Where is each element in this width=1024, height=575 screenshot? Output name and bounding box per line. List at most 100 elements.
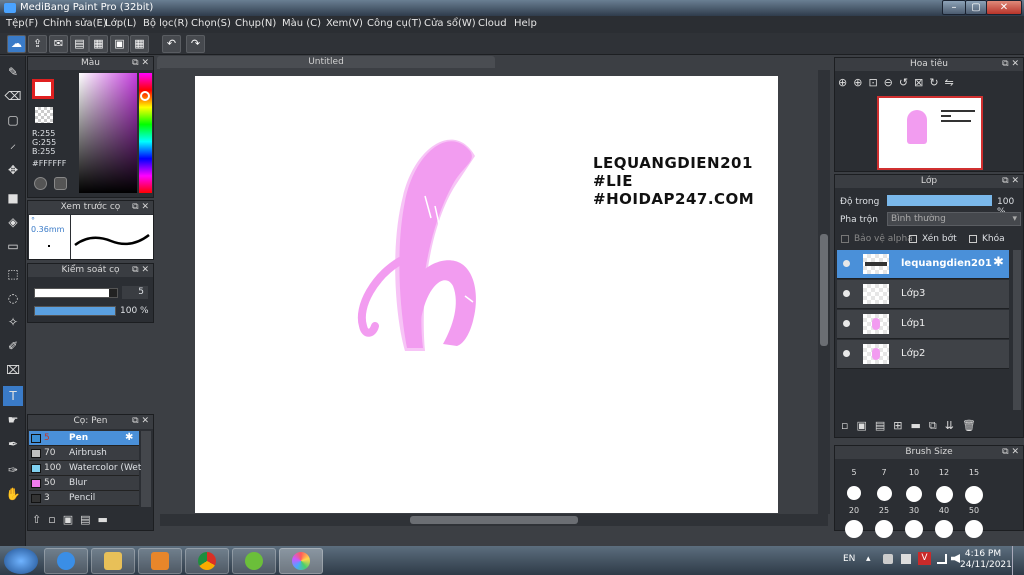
text-tool-icon[interactable]: T	[3, 386, 23, 406]
zoom-in-icon[interactable]: ⊕	[838, 76, 853, 89]
add-brush-icon[interactable]: ▣	[63, 513, 80, 526]
layer-opacity-slider[interactable]	[887, 195, 992, 206]
cloud-icon[interactable]: ☁	[7, 35, 26, 53]
layer-row[interactable]: lequangdien201 ✱	[837, 250, 1009, 279]
brush-size-option[interactable]	[847, 486, 861, 500]
brush-settings-icon[interactable]: ▤	[80, 513, 97, 526]
explorer-taskbar-icon[interactable]	[91, 548, 135, 574]
merge-layer-icon[interactable]: ⇊	[945, 419, 962, 432]
eye-icon[interactable]	[843, 260, 850, 267]
menu-tools[interactable]: Công cụ(T)	[367, 18, 422, 29]
brush-size-option[interactable]	[845, 520, 863, 538]
blend-mode-select[interactable]: Bình thường ▾	[887, 212, 1021, 226]
brush-size-option[interactable]	[935, 486, 953, 503]
medibang-taskbar-icon[interactable]	[279, 548, 323, 574]
duplicate-layer-icon[interactable]: ⧉	[929, 419, 945, 432]
eye-icon[interactable]	[843, 350, 850, 357]
color-sv-square[interactable]	[79, 73, 137, 193]
canvas-h-scroll-thumb[interactable]	[410, 516, 578, 524]
tray-v-icon[interactable]: V	[918, 552, 931, 565]
brush-size-option[interactable]	[906, 486, 922, 502]
brush-size-option[interactable]	[905, 520, 923, 538]
eye-icon[interactable]	[843, 320, 850, 327]
menu-cloud[interactable]: Cloud	[478, 18, 507, 29]
move-tool-icon[interactable]: ✥	[3, 160, 23, 180]
close-button[interactable]: ✕	[986, 0, 1022, 15]
chat-icon[interactable]: ▤	[70, 35, 89, 53]
transparent-color-swatch[interactable]	[35, 107, 53, 123]
actual-size-icon[interactable]: ⊠	[914, 76, 929, 89]
brush-tool-icon[interactable]: ✎	[3, 62, 23, 82]
network-icon[interactable]	[937, 554, 947, 564]
brush-list-scrollbar[interactable]	[141, 431, 151, 507]
magic-wand-tool-icon[interactable]: ✧	[3, 312, 23, 332]
zoom-in-2-icon[interactable]: ⊕	[853, 76, 868, 89]
new-8bit-layer-icon[interactable]: ▤	[875, 419, 893, 432]
menu-layer[interactable]: Lớp(L)	[105, 18, 136, 29]
canvas-h-scrollbar[interactable]	[160, 514, 828, 526]
brush-list-item[interactable]: 3 Pencil	[29, 491, 139, 506]
menu-help[interactable]: Help	[514, 18, 537, 29]
primary-color-swatch[interactable]	[32, 79, 54, 99]
brush-list-item[interactable]: 100 Watercolor (Wet)	[29, 461, 145, 476]
ie-taskbar-icon[interactable]	[44, 548, 88, 574]
brush-size-slider[interactable]	[34, 288, 118, 298]
canvas-v-scroll-thumb[interactable]	[820, 234, 828, 346]
layer-list-scrollbar[interactable]	[1013, 250, 1021, 410]
dot-tool-icon[interactable]: ⸝	[3, 134, 23, 154]
drawing-canvas[interactable]: LEQUANGDIEN201 #LIE #HOIDAP247.COM	[195, 76, 778, 513]
menu-view[interactable]: Xem(V)	[326, 18, 363, 29]
start-button[interactable]	[4, 548, 38, 574]
palette-icon[interactable]	[34, 177, 47, 190]
navigator-thumbnail[interactable]	[877, 96, 983, 170]
redo-icon[interactable]: ↷	[186, 35, 205, 53]
lasso-tool-icon[interactable]: ◌	[3, 288, 23, 308]
rotate-right-icon[interactable]: ↻	[929, 76, 944, 89]
cloud-brush-icon[interactable]: ⇧	[32, 513, 48, 526]
brush-size-option[interactable]	[876, 486, 892, 501]
media-taskbar-icon[interactable]	[138, 548, 182, 574]
bucket-tool-icon[interactable]: ◈	[3, 212, 23, 232]
fit-icon[interactable]: ⊡	[868, 76, 883, 89]
brush-opacity-slider[interactable]	[34, 306, 116, 316]
canvas-v-scrollbar[interactable]	[818, 70, 830, 514]
zoom-out-icon[interactable]: ⊖	[884, 76, 899, 89]
select-eraser-tool-icon[interactable]: ⌧	[3, 360, 23, 380]
brush-list-item[interactable]: 5 Pen ✱	[29, 431, 139, 446]
clipping-checkbox[interactable]	[909, 235, 917, 243]
show-desktop-button[interactable]	[1012, 546, 1024, 575]
share-icon[interactable]: ⇪	[28, 35, 47, 53]
maximize-button[interactable]: ▢	[965, 0, 987, 15]
coccoc-taskbar-icon[interactable]	[232, 548, 276, 574]
clock[interactable]: 4:16 PM 24/11/2021	[960, 549, 1012, 571]
operation-tool-icon[interactable]: ☛	[3, 410, 23, 430]
eye-icon[interactable]	[843, 290, 850, 297]
brush-size-option[interactable]	[965, 486, 983, 504]
menu-select[interactable]: Chọn(S)	[191, 18, 231, 29]
menu-filter[interactable]: Bộ lọc(R)	[143, 18, 188, 29]
tray-app-icon[interactable]	[883, 554, 893, 564]
select-pen-tool-icon[interactable]: ✐	[3, 336, 23, 356]
folder-icon[interactable]: ▬	[911, 419, 929, 432]
brush-size-option[interactable]	[875, 520, 893, 538]
flip-icon[interactable]: ⇋	[945, 76, 960, 89]
add-layer-menu-icon[interactable]: ⊞	[893, 419, 910, 432]
grid-icon[interactable]: ▦	[130, 35, 149, 53]
volume-icon[interactable]	[951, 554, 960, 563]
layer-row[interactable]: Lớp3	[837, 280, 1009, 309]
new-brush-icon[interactable]: ▫	[48, 513, 62, 526]
language-indicator[interactable]: EN	[843, 554, 855, 564]
undo-icon[interactable]: ↶	[162, 35, 181, 53]
brush-list-item[interactable]: 70 Airbrush	[29, 446, 139, 461]
tray-app-2-icon[interactable]	[901, 554, 911, 564]
menu-capture[interactable]: Chụp(N)	[235, 18, 276, 29]
protect-alpha-checkbox[interactable]	[841, 235, 849, 243]
comment-icon[interactable]: ✉	[49, 35, 68, 53]
document-icon[interactable]: ▦	[89, 35, 108, 53]
fill-rect-tool-icon[interactable]: ■	[3, 188, 23, 208]
panel-icon[interactable]: ▣	[110, 35, 129, 53]
pen-tool-icon[interactable]: ✑	[3, 460, 23, 480]
gear-icon[interactable]: ✱	[125, 432, 133, 443]
layer-row[interactable]: Lớp2	[837, 340, 1009, 369]
minimize-button[interactable]: –	[942, 0, 966, 15]
